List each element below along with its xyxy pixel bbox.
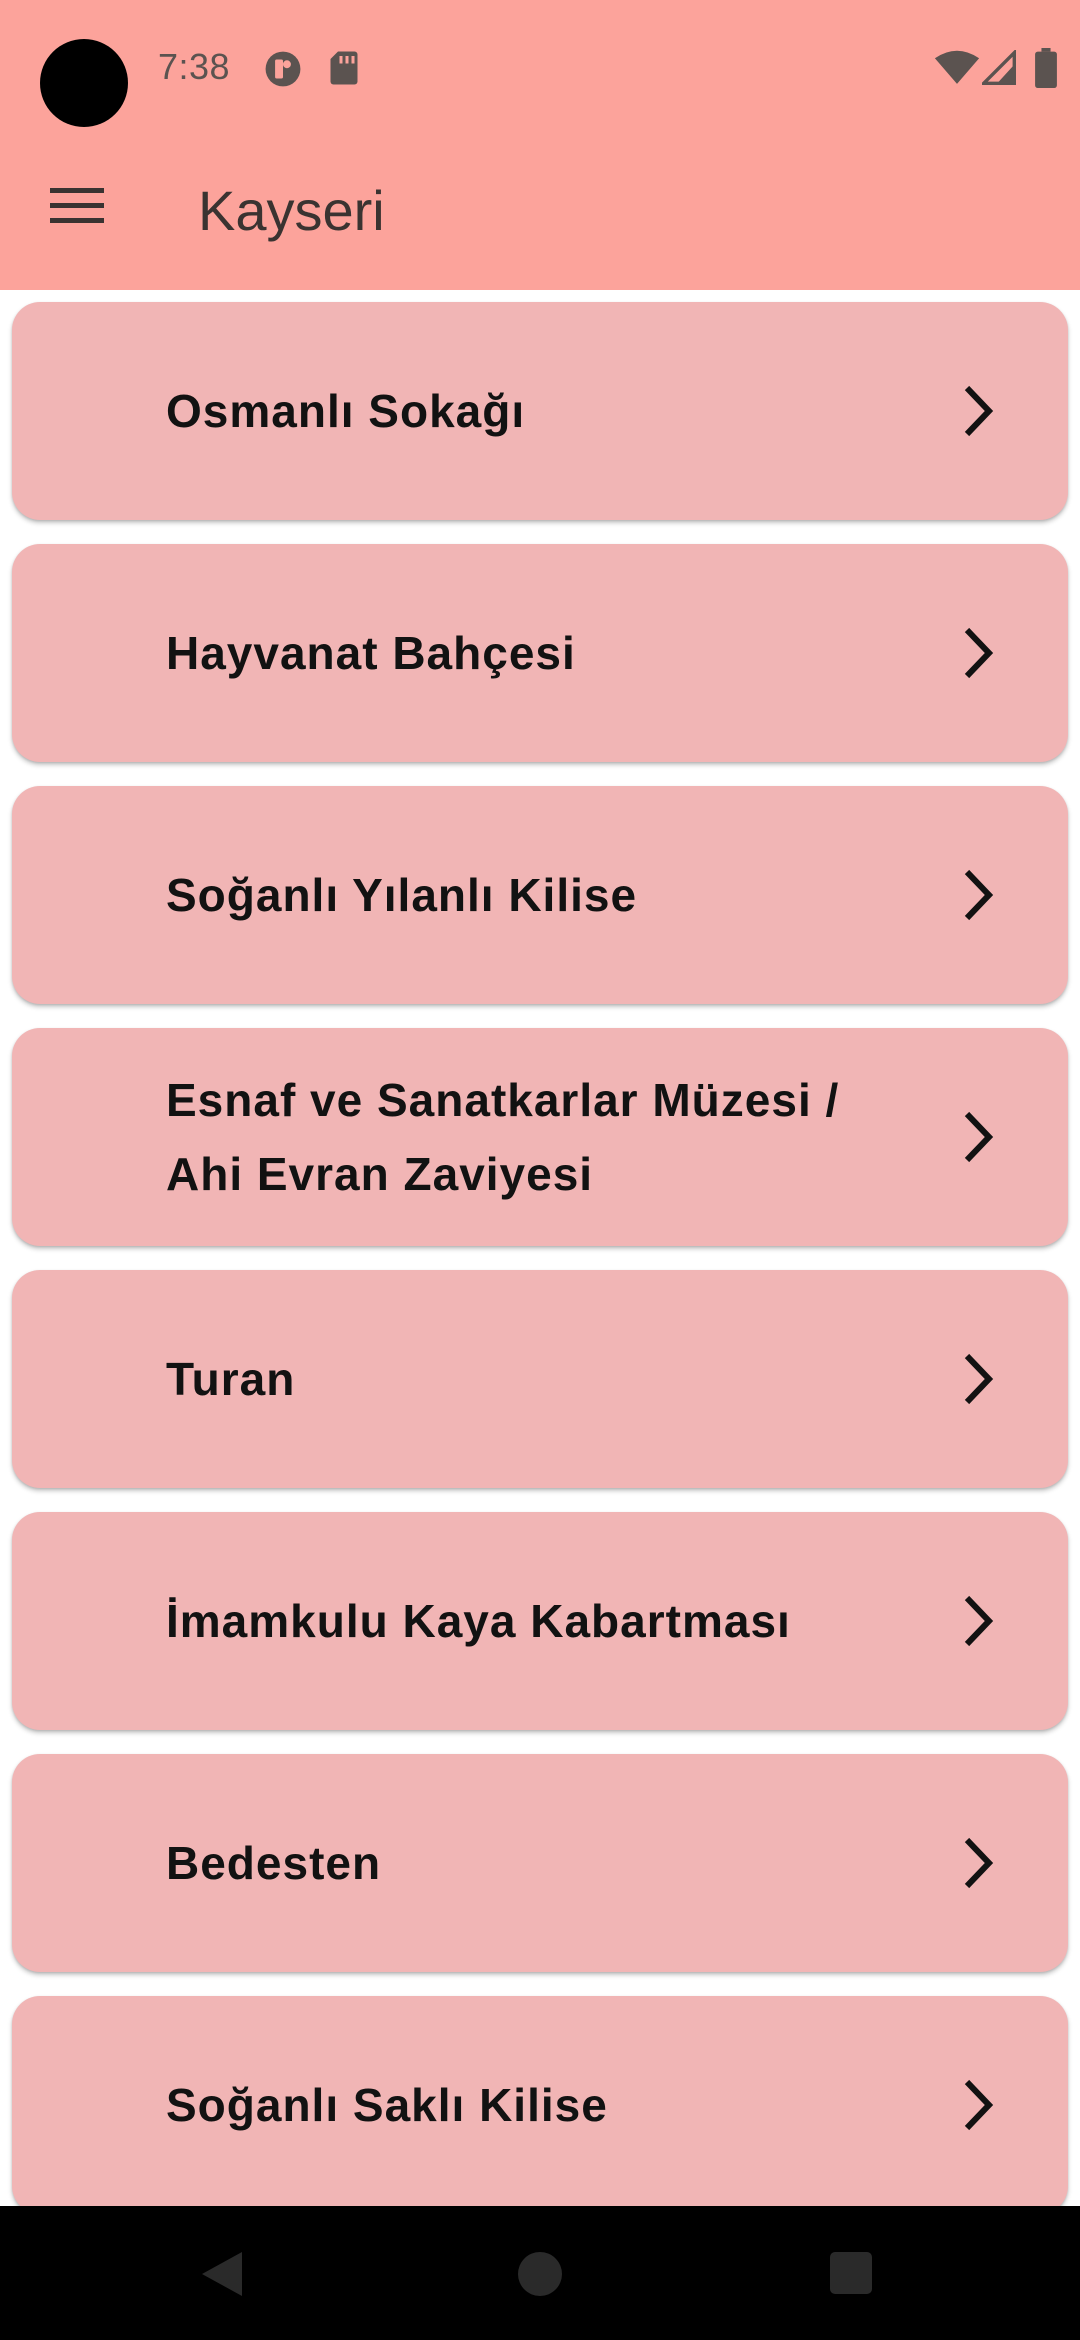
list-item-osmanli-sokagi[interactable]: Osmanlı Sokağı — [12, 302, 1068, 520]
list-item-label: Soğanlı Yılanlı Kilise — [166, 869, 638, 921]
list-item-label: İmamkulu Kaya Kabartması — [166, 1595, 791, 1647]
app-bar: Kayseri — [0, 140, 1080, 290]
list-item-label: Osmanlı Sokağı — [166, 385, 526, 437]
list-item-turan[interactable]: Turan — [12, 1270, 1068, 1488]
navigation-bar — [0, 2206, 1080, 2340]
chevron-right-icon — [964, 385, 994, 437]
status-bar: 7:38 — [0, 0, 1080, 140]
chevron-right-icon — [964, 1111, 994, 1163]
places-list[interactable]: Osmanlı Sokağı Hayvanat Bahçesi Soğanlı … — [0, 290, 1080, 2206]
menu-button[interactable] — [40, 170, 114, 240]
home-icon[interactable] — [518, 2252, 562, 2296]
circle-badge-icon — [265, 51, 301, 87]
hamburger-menu-icon — [50, 188, 104, 223]
list-item-label: Bedesten — [166, 1837, 382, 1889]
list-item-label: Hayvanat Bahçesi — [166, 627, 576, 679]
list-item-hayvanat-bahcesi[interactable]: Hayvanat Bahçesi — [12, 544, 1068, 762]
list-item-label: Esnaf ve Sanatkarlar Müzesi / Ahi Evran … — [166, 1074, 840, 1200]
list-item-imamkulu-kaya-kabartmasi[interactable]: İmamkulu Kaya Kabartması — [12, 1512, 1068, 1730]
chevron-right-icon — [964, 1353, 994, 1405]
sd-card-icon — [330, 51, 358, 85]
signal-icon — [982, 50, 1016, 85]
list-item-bedesten[interactable]: Bedesten — [12, 1754, 1068, 1972]
chevron-right-icon — [964, 627, 994, 679]
wifi-icon — [934, 50, 980, 84]
chevron-right-icon — [964, 869, 994, 921]
top-bar: 7:38 Kayseri — [0, 0, 1080, 290]
list-item-soganli-yilanli-kilise[interactable]: Soğanlı Yılanlı Kilise — [12, 786, 1068, 1004]
list-item-label: Turan — [166, 1353, 296, 1405]
chevron-right-icon — [964, 2079, 994, 2131]
list-item-soganli-sakli-kilise[interactable]: Soğanlı Saklı Kilise — [12, 1996, 1068, 2206]
list-item-label: Soğanlı Saklı Kilise — [166, 2079, 608, 2131]
screen: 7:38 Kayseri Osmanlı Sokağı Hayvanat Bah… — [0, 0, 1080, 2340]
chevron-right-icon — [964, 1595, 994, 1647]
recent-apps-icon[interactable] — [830, 2252, 872, 2294]
back-icon[interactable] — [200, 2250, 244, 2298]
chevron-right-icon — [964, 1837, 994, 1889]
page-title: Kayseri — [198, 179, 385, 242]
camera-cutout — [40, 39, 128, 127]
status-time: 7:38 — [158, 46, 231, 87]
list-item-esnaf-muzesi[interactable]: Esnaf ve Sanatkarlar Müzesi / Ahi Evran … — [12, 1028, 1068, 1246]
battery-icon — [1035, 48, 1057, 88]
